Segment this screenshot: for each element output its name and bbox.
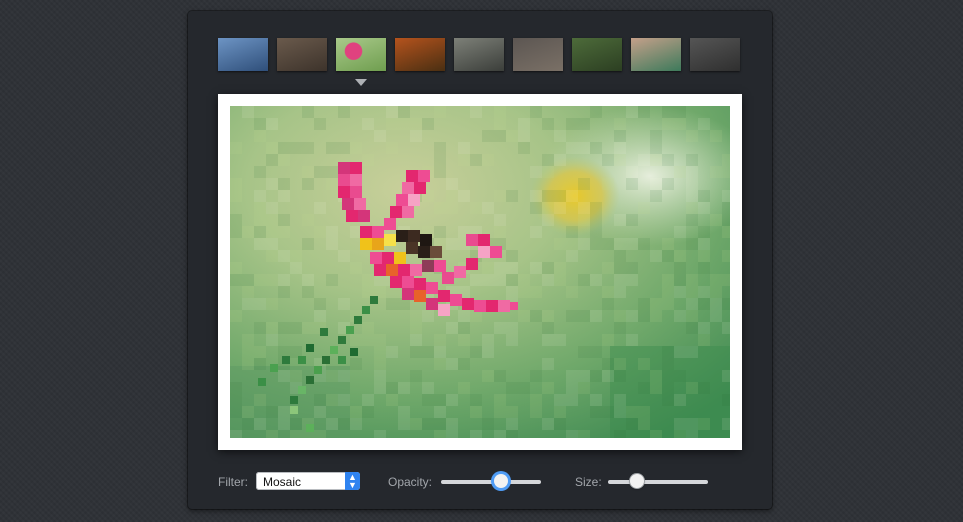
thumbnail-forest-road[interactable]	[572, 38, 622, 71]
thumbnail-autumn-leaves[interactable]	[395, 38, 445, 71]
thumbnail-stream-rocks[interactable]	[454, 38, 504, 71]
filter-label: Filter:	[218, 475, 248, 489]
opacity-slider[interactable]	[441, 474, 541, 490]
opacity-slider-handle[interactable]	[494, 474, 508, 488]
mosaic-flower-image	[230, 106, 730, 438]
thumbnail-forest-debris[interactable]	[277, 38, 327, 71]
thumbnail-pink-flower[interactable]	[336, 38, 386, 71]
thumbnail-stone-wall[interactable]	[513, 38, 563, 71]
editor-panel: Filter: Mosaic ▲ ▼ Opacity: Size:	[188, 11, 772, 509]
selected-thumbnail-indicator	[355, 79, 367, 86]
select-arrows-icon: ▲ ▼	[345, 472, 360, 490]
size-slider[interactable]	[608, 474, 708, 490]
filter-select-value: Mosaic	[263, 475, 302, 489]
thumbnail-pebbles[interactable]	[690, 38, 740, 71]
controls-bar: Filter: Mosaic ▲ ▼ Opacity: Size:	[218, 471, 758, 493]
size-slider-track	[608, 480, 708, 484]
size-slider-handle[interactable]	[630, 474, 644, 488]
photo-frame	[218, 94, 742, 450]
size-label: Size:	[575, 475, 602, 489]
preview-image	[230, 106, 730, 438]
thumbnail-green-shutters[interactable]	[631, 38, 681, 71]
opacity-label: Opacity:	[388, 475, 433, 489]
filter-select[interactable]: Mosaic ▲ ▼	[256, 472, 360, 490]
thumbnail-harbor-lighthouse[interactable]	[218, 38, 268, 71]
opacity-slider-track	[441, 480, 541, 484]
